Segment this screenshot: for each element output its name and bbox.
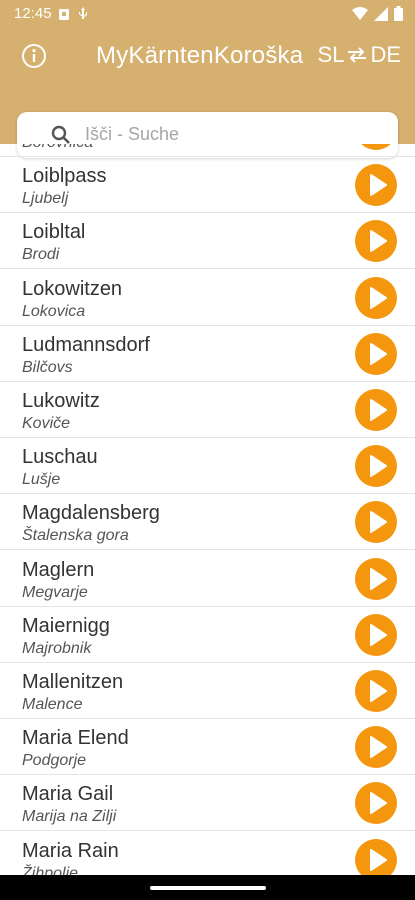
play-button[interactable] xyxy=(355,670,397,712)
place-name-sl: Lušje xyxy=(22,471,61,489)
place-name-sl: Malence xyxy=(22,696,83,713)
place-name-de: Maiernigg xyxy=(22,614,110,637)
play-button[interactable] xyxy=(355,220,397,263)
place-name-de: Maria Gail xyxy=(22,783,114,806)
list-item[interactable]: Ludmannsdorf Bilčovs xyxy=(0,326,415,382)
play-button[interactable] xyxy=(355,726,397,769)
place-name-de: Loiblpass xyxy=(22,165,107,188)
place-name-de: Mallenitzen xyxy=(22,671,124,693)
lang-to-label: DE xyxy=(370,42,401,67)
play-button[interactable] xyxy=(355,782,397,825)
play-icon xyxy=(370,680,387,702)
place-name-sl: Bilčovs xyxy=(22,358,73,376)
play-icon xyxy=(370,792,387,815)
play-icon xyxy=(370,399,387,421)
place-name-sl: Majrobnik xyxy=(22,639,92,657)
play-button[interactable] xyxy=(355,144,397,150)
list-item[interactable]: Borovnica xyxy=(0,144,415,157)
list-item[interactable]: Magdalensberg Štalenska gora xyxy=(0,494,415,551)
play-button[interactable] xyxy=(355,557,397,600)
play-button[interactable] xyxy=(355,613,397,656)
signal-icon xyxy=(374,6,388,26)
play-icon xyxy=(370,230,387,253)
play-button[interactable] xyxy=(355,164,397,207)
list-item[interactable]: Maria Elend Podgorje xyxy=(0,719,415,776)
place-name-de: Maria Elend xyxy=(22,727,129,750)
search-input[interactable]: Išči - Suche xyxy=(85,124,179,145)
place-list[interactable]: BorovnicaLoiblpassLjubeljLoibltalBrodiLo… xyxy=(0,144,415,875)
place-name-sl: Podgorje xyxy=(22,752,87,770)
play-button[interactable] xyxy=(355,332,397,375)
place-name-sl: Brodi xyxy=(22,246,60,264)
play-button[interactable] xyxy=(355,501,397,544)
home-gesture-handle[interactable] xyxy=(150,886,266,890)
play-icon xyxy=(370,623,387,646)
play-button[interactable] xyxy=(355,445,397,488)
place-name-de: Loibltal xyxy=(22,221,86,244)
place-name-sl: Štalenska gora xyxy=(22,527,129,545)
place-name-sl: Koviče xyxy=(22,415,71,432)
list-item[interactable]: Maria Gail Marija na Zilji xyxy=(0,775,415,832)
list-item[interactable]: Luschau Lušje xyxy=(0,438,415,495)
status-time: 12:45 xyxy=(14,5,52,22)
place-name-sl: Marija na Zilji xyxy=(22,808,117,826)
place-name-de: Maria Rain xyxy=(22,839,119,862)
status-bar: 12:45 xyxy=(0,0,415,28)
list-item[interactable]: Lukowitz Koviče xyxy=(0,382,415,438)
place-name-de: Magdalensberg xyxy=(22,502,160,525)
list-item[interactable]: Loiblpass Ljubelj xyxy=(0,157,415,214)
place-name-de: Luschau xyxy=(22,446,98,469)
list-item[interactable]: Lokowitzen Lokovica xyxy=(0,270,415,326)
wifi-icon xyxy=(352,6,368,26)
play-icon xyxy=(370,736,387,759)
app-title: MyKärntenKoroška xyxy=(96,42,304,69)
list-item[interactable]: Maria Rain Žihpolje xyxy=(0,832,415,875)
lang-from-label: SL xyxy=(317,42,345,67)
list-item[interactable]: Maiernigg Majrobnik xyxy=(0,607,415,663)
place-name-sl: Lokovica xyxy=(22,302,86,320)
place-name-sl: Borovnica xyxy=(22,144,93,152)
swap-arrows-icon xyxy=(346,46,368,64)
play-icon xyxy=(370,848,387,871)
list-item[interactable]: Loibltal Brodi xyxy=(0,213,415,270)
place-name-sl: Ljubelj xyxy=(22,190,69,208)
place-name-de: Lokowitzen xyxy=(22,277,123,300)
system-nav-bar xyxy=(0,875,415,900)
play-button[interactable] xyxy=(355,389,397,431)
play-icon xyxy=(370,286,387,309)
place-name-sl: Žihpolje xyxy=(22,864,79,875)
place-name-de: Lukowitz xyxy=(22,390,100,412)
app-header: MyKärntenKoroška SL DE Išči - Suche xyxy=(0,28,415,158)
play-icon xyxy=(370,342,387,365)
language-switch-button[interactable]: SL DE xyxy=(318,42,401,68)
place-name-de: Maglern xyxy=(22,558,95,581)
battery-icon xyxy=(394,6,403,26)
list-item[interactable]: Maglern Megvarje xyxy=(0,551,415,607)
status-notification-icons xyxy=(58,7,88,26)
play-button[interactable] xyxy=(355,276,397,319)
status-system-icons xyxy=(352,6,403,26)
play-icon xyxy=(355,144,397,150)
place-name-sl: Megvarje xyxy=(22,583,88,601)
usb-icon xyxy=(78,7,88,26)
sim-card-icon xyxy=(58,8,70,26)
play-icon xyxy=(370,455,387,478)
place-name-de: Ludmannsdorf xyxy=(22,333,150,356)
play-button[interactable] xyxy=(355,838,397,875)
play-icon xyxy=(370,174,387,197)
play-icon xyxy=(370,511,387,534)
play-icon xyxy=(370,567,387,590)
info-icon[interactable] xyxy=(20,42,48,70)
list-item[interactable]: Mallenitzen Malence xyxy=(0,663,415,719)
